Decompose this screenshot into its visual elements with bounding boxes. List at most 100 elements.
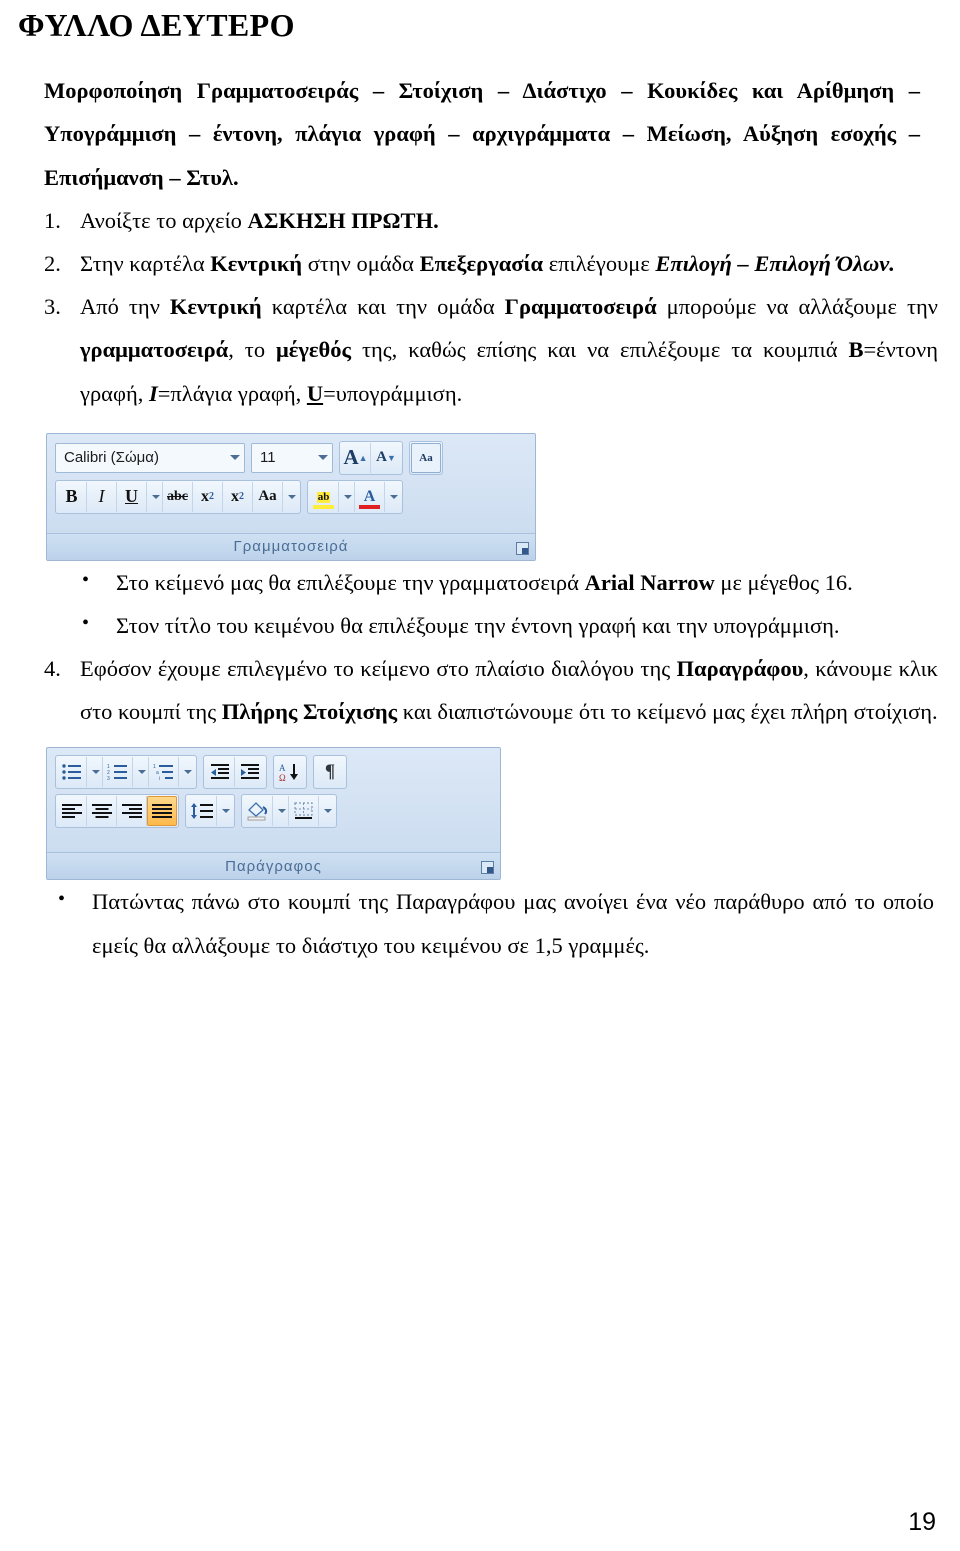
bullet-dot-icon: • (82, 568, 90, 591)
borders-icon[interactable] (289, 796, 319, 827)
text-run: B (848, 337, 864, 363)
shading-icon[interactable] (243, 796, 273, 827)
align-left-icon[interactable] (57, 796, 87, 827)
numbered-step: 3. Από την Κεντρική καρτέλα και την ομάδα… (44, 285, 938, 415)
sort-icon[interactable]: AΩ (275, 757, 305, 787)
change-case-icon[interactable]: Aa (253, 481, 283, 512)
font-size-combobox[interactable]: 11 (251, 442, 333, 473)
sort-glyph: AΩ (279, 763, 298, 782)
text-run: με μέγεθος 16. (714, 569, 853, 595)
clear-formatting-icon[interactable]: Aa (411, 442, 441, 473)
text-run: γραμματοσειρά (80, 337, 229, 363)
font-style-buttons-group: B I U abc x2 x2 Aa (55, 479, 301, 514)
clear-formatting-group: Aa (409, 440, 443, 475)
justify-icon[interactable] (147, 796, 177, 827)
paragraph-ribbon-group[interactable]: 123 1ai AΩ ¶ Παράγραφος (46, 747, 501, 881)
shrink-font-icon[interactable]: A ▼ (371, 443, 401, 473)
text-run: στην ομάδα (302, 250, 420, 276)
font-size-value: 11 (260, 449, 276, 467)
svg-text:A: A (279, 763, 286, 773)
step-number: 3. (44, 294, 61, 320)
underline-icon[interactable]: U (117, 481, 147, 512)
underline-dropdown-icon[interactable] (147, 481, 163, 512)
decrease-indent-glyph (210, 764, 229, 780)
bullets-icon[interactable] (57, 757, 87, 788)
multilevel-list-icon[interactable]: 1ai (149, 757, 179, 788)
list-buttons-group: 123 1ai (55, 755, 197, 790)
font-ribbon-group[interactable]: Calibri (Σώμα) 11 A ▲ A ▼ Aa B I U abc x… (46, 432, 536, 561)
line-spacing-icon[interactable] (187, 796, 217, 827)
strikethrough-icon[interactable]: abc (163, 481, 193, 512)
borders-dropdown-icon[interactable] (319, 796, 335, 826)
line-spacing-group (185, 794, 235, 829)
text-run: επιλέγουμε (543, 250, 656, 276)
intro-line-1: Μορφοποίηση Γραμματοσειράς – Στοίχιση – … (44, 78, 920, 104)
grow-font-icon[interactable]: A ▲ (341, 442, 371, 473)
chevron-down-icon[interactable] (230, 455, 240, 461)
font-group-label: Γραμματοσειρά (47, 532, 535, 560)
increase-indent-glyph (241, 764, 259, 780)
italic-icon[interactable]: I (87, 481, 117, 512)
align-right-icon[interactable] (117, 796, 147, 827)
text-run: Arial Narrow (584, 569, 715, 595)
text-run: Στο κείμενό μας θα επιλέξουμε την γραμμα… (116, 569, 585, 595)
paragraph-group-label: Παράγραφος (47, 852, 500, 880)
document-page: ΦΥΛΛΟ ΔΕΥΤΕΡΟ Μορφοποίηση Γραμματοσειράς… (0, 7, 960, 1551)
bold-icon[interactable]: B (57, 481, 87, 512)
font-color-buttons-group: ab A (307, 479, 403, 514)
text-run: , το (228, 337, 277, 363)
decrease-indent-icon[interactable] (205, 757, 235, 788)
paragraph-dialog-launcher-icon[interactable] (481, 861, 494, 875)
align-center-glyph (91, 804, 112, 819)
text-run: Από την (80, 294, 170, 320)
page-number: 19 (908, 1508, 936, 1536)
font-color-swatch (359, 504, 380, 509)
numbering-dropdown-icon[interactable] (133, 757, 149, 788)
font-name-combobox[interactable]: Calibri (Σώμα) (55, 442, 245, 473)
paragraph-ribbon-row-1: 123 1ai AΩ ¶ (55, 755, 492, 790)
paragraph-bullet-list: • Πατώντας πάνω στο κουμπί της Παραγράφου… (0, 880, 960, 966)
line-spacing-dropdown-icon[interactable] (217, 796, 233, 826)
highlight-dropdown-icon[interactable] (339, 481, 355, 512)
svg-text:Ω: Ω (279, 773, 286, 782)
numbered-step: 2. Στην καρτέλα Κεντρική στην ομάδα Επεξε… (44, 242, 938, 285)
show-formatting-marks-icon[interactable]: ¶ (315, 757, 345, 787)
text-run: καρτέλα και την ομάδα (261, 294, 505, 320)
line-spacing-glyph (190, 803, 213, 820)
numbered-step: 1. Ανοίξτε το αρχείο ΑΣΚΗΣΗ ΠΡΩΤΗ. (44, 199, 938, 242)
text-run: και διαπιστώνουμε ότι το κείμενό μας έχε… (397, 699, 938, 725)
text-run: Κεντρική (210, 250, 303, 276)
text-run: Επιλογή – Επιλογή Όλων. (655, 250, 895, 276)
text-run: μέγεθός (276, 337, 352, 363)
align-right-glyph (121, 804, 142, 819)
indent-buttons-group (203, 755, 267, 790)
font-color-dropdown-icon[interactable] (385, 482, 401, 512)
font-color-icon[interactable]: A (355, 481, 385, 512)
multilevel-list-dropdown-icon[interactable] (179, 757, 195, 787)
superscript-icon[interactable]: x2 (223, 481, 253, 512)
intro-paragraph: Μορφοποίηση Γραμματοσειράς – Στοίχιση – … (44, 69, 920, 199)
text-run: Εφόσον έχουμε επιλεγμένο το κείμενο στο … (80, 656, 677, 682)
formatting-marks-group: ¶ (313, 755, 347, 790)
bullets-dropdown-icon[interactable] (87, 757, 103, 788)
change-case-dropdown-icon[interactable] (283, 482, 299, 512)
font-name-value: Calibri (Σώμα) (64, 449, 159, 467)
numbered-step: 4. Εφόσον έχουμε επιλεγμένο το κείμενο στ… (44, 647, 938, 733)
numbering-icon[interactable]: 123 (103, 757, 133, 788)
intro-line-2: Υπογράμμιση – έντονη, πλάγια γραφή – αρχ… (44, 121, 897, 147)
svg-text:i: i (159, 776, 160, 781)
font-dialog-launcher-icon[interactable] (516, 541, 529, 555)
subscript-icon[interactable]: x2 (193, 481, 223, 512)
step-number: 1. (44, 207, 61, 233)
highlight-color-swatch (313, 504, 334, 509)
shading-dropdown-icon[interactable] (273, 796, 289, 827)
increase-indent-icon[interactable] (235, 757, 265, 787)
align-center-icon[interactable] (87, 796, 117, 827)
text-run: =πλάγια γραφή, (157, 380, 307, 406)
numbering-glyph: 123 (107, 764, 127, 781)
text-run: Γραμματοσειρά (504, 294, 657, 320)
step-number: 4. (44, 656, 61, 682)
font-ribbon-row-2: B I U abc x2 x2 Aa ab A (55, 479, 527, 514)
text-highlight-color-icon[interactable]: ab (309, 481, 339, 512)
chevron-down-icon[interactable] (318, 455, 328, 461)
